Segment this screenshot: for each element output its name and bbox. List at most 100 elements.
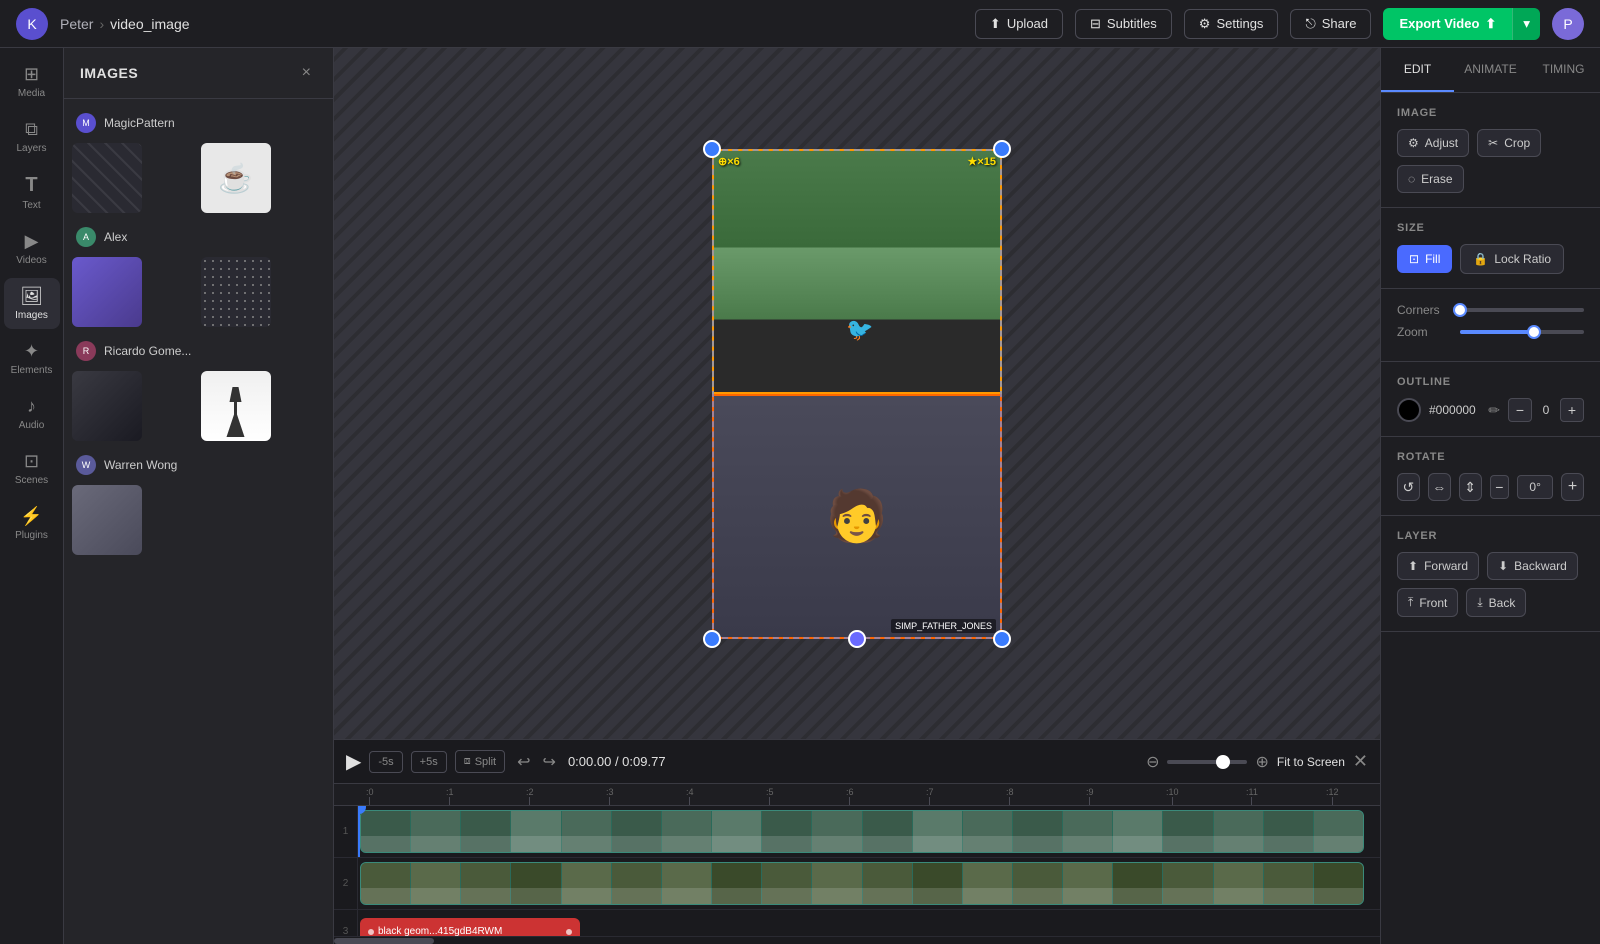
track-row: 1 [334, 806, 1380, 858]
subtitles-button[interactable]: ⊟ Subtitles [1075, 9, 1172, 39]
rotate-decrease-button[interactable]: − [1490, 475, 1510, 499]
tab-edit[interactable]: EDIT [1381, 48, 1454, 92]
corners-slider[interactable] [1460, 308, 1584, 312]
sidebar-item-scenes[interactable]: ⊡ Scenes [4, 443, 60, 494]
track-content[interactable] [358, 858, 1380, 909]
source-avatar: A [76, 227, 96, 247]
zoom-thumb[interactable] [1216, 755, 1230, 769]
rotate-increase-button[interactable]: + [1561, 473, 1584, 501]
source-avatar: W [76, 455, 96, 475]
handle-bottom-left[interactable] [703, 630, 721, 648]
track-content[interactable]: black geom...415gdB4RWM [358, 910, 1380, 936]
project-name[interactable]: video_image [110, 16, 189, 32]
thumbnail[interactable] [201, 371, 271, 441]
sidebar-item-layers[interactable]: ⧉ Layers [4, 111, 60, 162]
sidebar-item-plugins[interactable]: ⚡ Plugins [4, 498, 60, 549]
zoom-thumb[interactable] [1527, 325, 1541, 339]
sidebar-label-images: Images [15, 310, 48, 321]
adjust-button[interactable]: ⚙ Adjust [1397, 129, 1469, 157]
flip-horizontal-button[interactable]: ⇔ [1428, 473, 1451, 501]
color-swatch[interactable] [1397, 398, 1421, 422]
sidebar-label-scenes: Scenes [15, 475, 48, 486]
play-button[interactable]: ▶ [346, 749, 361, 774]
image-clip[interactable]: black geom...415gdB4RWM [360, 918, 580, 936]
handle-top-right[interactable] [993, 140, 1011, 158]
export-dropdown-button[interactable]: ▾ [1512, 8, 1540, 40]
handle-top-left[interactable] [703, 140, 721, 158]
upload-button[interactable]: ⬆ Upload [975, 9, 1063, 39]
undo-button[interactable]: ↩ [513, 750, 534, 774]
source-grid [72, 257, 325, 327]
handle-bottom-center[interactable] [848, 630, 866, 648]
ruler-mark: :0 [366, 787, 374, 805]
fill-button[interactable]: ⊡ Fill [1397, 245, 1452, 273]
ruler-mark: :1 [446, 787, 454, 805]
timeline: ▶ -5s +5s ⧈ Split ↩ ↪ 0:00.00 / 0:09.77 [334, 739, 1380, 944]
panel-close-button[interactable]: × [296, 62, 317, 84]
zoom-track[interactable] [1460, 330, 1584, 334]
zoom-out-icon[interactable]: ⊖ [1146, 752, 1159, 772]
current-time: 0:00.00 / 0:09.77 [568, 754, 666, 769]
breadcrumb: Peter › video_image [60, 16, 190, 32]
outline-increase-button[interactable]: + [1560, 398, 1584, 422]
fit-to-screen-button[interactable]: Fit to Screen [1277, 755, 1345, 769]
main-layout: ⊞ Media ⧉ Layers T Text ▶ Videos 🖼 Image… [0, 48, 1600, 944]
zoom-in-icon[interactable]: ⊕ [1255, 752, 1268, 772]
front-button[interactable]: ⤒ Front [1397, 588, 1458, 617]
back-button[interactable]: ⤓ Back [1466, 588, 1526, 617]
handle-bottom-right[interactable] [993, 630, 1011, 648]
pen-icon[interactable]: ✏ [1488, 402, 1500, 419]
thumbnail[interactable] [72, 485, 142, 555]
lock-ratio-button[interactable]: 🔒 Lock Ratio [1460, 244, 1564, 274]
source-avatar: M [76, 113, 96, 133]
audio-waveform [361, 888, 1363, 904]
timeline-scrollbar[interactable] [334, 936, 1380, 944]
ruler-mark: :6 [846, 787, 854, 805]
crop-button[interactable]: ✂ Crop [1477, 129, 1541, 157]
split-button[interactable]: ⧈ Split [455, 750, 505, 773]
left-sidebar: ⊞ Media ⧉ Layers T Text ▶ Videos 🖼 Image… [0, 48, 64, 944]
sidebar-item-audio[interactable]: ♪ Audio [4, 388, 60, 439]
track-number: 2 [334, 858, 358, 909]
user-name[interactable]: Peter [60, 16, 93, 32]
corners-thumb[interactable] [1453, 303, 1467, 317]
tab-timing[interactable]: TIMING [1527, 48, 1600, 92]
user-avatar[interactable]: P [1552, 8, 1584, 40]
close-timeline-button[interactable]: ✕ [1353, 751, 1368, 772]
sidebar-item-media[interactable]: ⊞ Media [4, 56, 60, 107]
sidebar-item-text[interactable]: T Text [4, 166, 60, 219]
erase-button[interactable]: ◌ Erase [1397, 165, 1464, 193]
export-button[interactable]: Export Video ⬆ [1383, 8, 1512, 40]
zoom-slider[interactable] [1167, 760, 1247, 764]
track-content[interactable] [358, 806, 1380, 857]
backward-button[interactable]: ⬇ Backward [1487, 552, 1578, 580]
sidebar-item-elements[interactable]: ✦ Elements [4, 333, 60, 384]
plus5-button[interactable]: +5s [411, 751, 447, 773]
sidebar-item-videos[interactable]: ▶ Videos [4, 223, 60, 274]
zoom-controls: ⊖ ⊕ [1146, 752, 1269, 772]
source-header: M MagicPattern [72, 107, 325, 139]
outline-decrease-button[interactable]: − [1508, 398, 1532, 422]
thumbnail[interactable] [201, 257, 271, 327]
video-clip[interactable] [360, 810, 1364, 853]
canvas-wrapper[interactable]: ⊕×6 ★×15 🐦 🧑 SIMP_FATHER_JONES [334, 48, 1380, 739]
thumbnail[interactable] [72, 371, 142, 441]
sidebar-item-images[interactable]: 🖼 Images [4, 278, 60, 329]
thumbnail[interactable] [72, 143, 142, 213]
flip-vertical-button[interactable]: ⇕ [1459, 473, 1482, 501]
thumbnail[interactable]: ☕ [201, 143, 271, 213]
share-button[interactable]: ⎋ Share [1290, 9, 1371, 39]
right-panel: EDIT ANIMATE TIMING IMAGE ⚙ Adjust ✂ Cro… [1380, 48, 1600, 944]
minus5-button[interactable]: -5s [369, 751, 402, 773]
tab-animate[interactable]: ANIMATE [1454, 48, 1527, 92]
rotate-ccw-button[interactable]: ↺ [1397, 473, 1420, 501]
settings-button[interactable]: ⚙ Settings [1184, 9, 1279, 39]
scroll-thumb[interactable] [334, 938, 434, 944]
image-tools: ⚙ Adjust ✂ Crop ◌ Erase [1397, 129, 1584, 193]
rotate-section-label: ROTATE [1397, 451, 1584, 463]
thumbnail[interactable] [72, 257, 142, 327]
video-clip[interactable] [360, 862, 1364, 905]
size-controls: ⊡ Fill 🔒 Lock Ratio [1397, 244, 1584, 274]
redo-button[interactable]: ↪ [539, 750, 560, 774]
forward-button[interactable]: ⬆ Forward [1397, 552, 1479, 580]
